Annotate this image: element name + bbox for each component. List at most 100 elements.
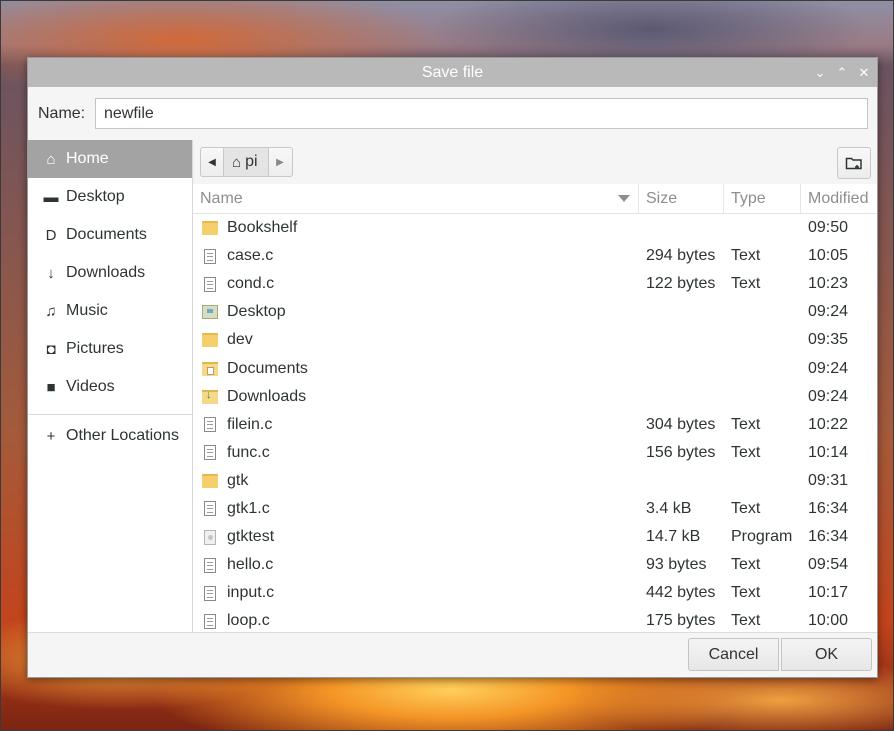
file-row[interactable]: Documents 09:24 xyxy=(193,354,877,382)
file-modified: 16:34 xyxy=(808,528,849,546)
dialog-body: ⌂ Home ▬ Desktop D Documents ↓ Downloads ♫ Music ◘… xyxy=(28,140,877,634)
file-type: Text xyxy=(731,556,761,574)
file-row[interactable]: Desktop 09:24 xyxy=(193,298,877,326)
file-row[interactable]: cond.c 122 bytes Text 10:23 xyxy=(193,270,877,298)
file-name-cell: case.c xyxy=(193,247,639,265)
file-row[interactable]: filein.c 304 bytes Text 10:22 xyxy=(193,411,877,439)
sidebar-item-label: Music xyxy=(66,302,108,319)
column-size-header[interactable]: Size xyxy=(639,184,724,213)
column-size-label: Size xyxy=(646,189,678,207)
file-name: Documents xyxy=(227,359,308,377)
dialog-footer: Cancel OK xyxy=(28,632,877,677)
file-size: 175 bytes xyxy=(646,612,716,630)
file-name-cell: func.c xyxy=(193,444,639,462)
filename-input[interactable] xyxy=(95,98,868,129)
column-type-header[interactable]: Type xyxy=(724,184,801,213)
sidebar-item-documents[interactable]: D Documents xyxy=(28,216,192,254)
file-name-cell: Documents xyxy=(193,360,639,378)
file-name-cell: cond.c xyxy=(193,275,639,293)
file-row[interactable]: gtk1.c 3.4 kB Text 16:34 xyxy=(193,495,877,523)
downloads-folder-icon xyxy=(202,389,218,404)
file-row[interactable]: case.c 294 bytes Text 10:05 xyxy=(193,242,877,270)
close-icon[interactable]: ✕ xyxy=(857,58,871,87)
file-row[interactable]: gtktest 14.7 kB Program 16:34 xyxy=(193,523,877,551)
chevron-left-icon: ◀ xyxy=(208,156,216,168)
file-row[interactable]: dev 09:35 xyxy=(193,326,877,354)
file-name-cell: Downloads xyxy=(193,388,639,406)
minimize-icon[interactable]: ⌄ xyxy=(813,58,827,87)
sidebar-item-pictures[interactable]: ◘ Pictures xyxy=(28,330,192,368)
file-name: hello.c xyxy=(227,556,274,574)
text-file-icon xyxy=(204,276,216,292)
file-modified: 10:05 xyxy=(808,247,849,265)
sidebar-item-other-locations[interactable]: + Other Locations xyxy=(28,417,192,455)
maximize-icon[interactable]: ⌃ xyxy=(835,58,849,87)
file-modified: 09:50 xyxy=(808,219,849,237)
home-icon: ⌂ xyxy=(232,153,242,171)
sidebar-item-label: Other Locations xyxy=(66,427,179,444)
sidebar-item-label: Desktop xyxy=(66,188,125,205)
breadcrumb-home[interactable]: ⌂ pi xyxy=(224,147,269,177)
title-bar[interactable]: Save file ⌄ ⌃ ✕ xyxy=(28,58,877,87)
file-name: func.c xyxy=(227,443,270,461)
file-modified: 10:23 xyxy=(808,275,849,293)
file-size: 442 bytes xyxy=(646,584,716,602)
name-label: Name: xyxy=(38,104,86,122)
column-modified-header[interactable]: Modified xyxy=(801,184,877,213)
file-name-cell: gtk xyxy=(193,472,639,490)
folder-icon xyxy=(202,221,218,236)
file-name: Downloads xyxy=(227,387,307,405)
file-modified: 09:31 xyxy=(808,471,849,489)
download-arrow-icon: ↓ xyxy=(47,264,55,282)
file-modified: 10:17 xyxy=(808,584,849,602)
file-name: dev xyxy=(227,331,253,349)
file-name: input.c xyxy=(227,584,275,602)
sidebar-item-music[interactable]: ♫ Music xyxy=(28,292,192,330)
file-modified: 09:54 xyxy=(808,556,849,574)
file-name: loop.c xyxy=(227,612,270,630)
column-name-label: Name xyxy=(200,189,243,207)
file-modified: 10:22 xyxy=(808,415,849,433)
file-name-cell: gtktest xyxy=(193,528,639,546)
cancel-button[interactable]: Cancel xyxy=(688,638,779,671)
file-modified: 09:24 xyxy=(808,303,849,321)
text-file-icon xyxy=(204,585,216,601)
file-row[interactable]: func.c 156 bytes Text 10:14 xyxy=(193,439,877,467)
ok-button[interactable]: OK xyxy=(781,638,872,671)
path-back-button[interactable]: ◀ xyxy=(200,147,224,177)
file-type: Text xyxy=(731,499,761,517)
new-folder-icon xyxy=(845,157,862,170)
file-row[interactable]: gtk 09:31 xyxy=(193,467,877,495)
column-name-header[interactable]: Name xyxy=(193,184,639,213)
sidebar-item-label: Home xyxy=(66,150,109,167)
sidebar-item-label: Downloads xyxy=(66,264,146,281)
file-name: gtk1.c xyxy=(227,499,270,517)
path-bar: ◀ ⌂ pi ▶ xyxy=(193,140,877,184)
window-title: Save file xyxy=(421,64,484,81)
file-browser: ◀ ⌂ pi ▶ Name Size Type Modified Bookshe… xyxy=(193,140,877,634)
sidebar-item-downloads[interactable]: ↓ Downloads xyxy=(28,254,192,292)
sidebar-item-home[interactable]: ⌂ Home xyxy=(28,140,192,178)
create-folder-button[interactable] xyxy=(837,147,871,179)
file-row[interactable]: loop.c 175 bytes Text 10:00 xyxy=(193,607,877,634)
file-name: Desktop xyxy=(227,303,286,321)
file-name-cell: dev xyxy=(193,331,639,349)
documents-folder-icon xyxy=(202,361,218,376)
file-row[interactable]: Bookshelf 09:50 xyxy=(193,214,877,242)
file-row[interactable]: input.c 442 bytes Text 10:17 xyxy=(193,579,877,607)
sidebar-item-videos[interactable]: ■ Videos xyxy=(28,368,192,406)
file-name: filein.c xyxy=(227,415,273,433)
path-forward-button[interactable]: ▶ xyxy=(268,147,293,177)
text-file-icon xyxy=(204,613,216,629)
file-name-cell: hello.c xyxy=(193,556,639,574)
text-file-icon xyxy=(204,417,216,433)
music-note-icon: ♫ xyxy=(45,302,57,320)
file-row[interactable]: Downloads 09:24 xyxy=(193,383,877,411)
file-row[interactable]: hello.c 93 bytes Text 09:54 xyxy=(193,551,877,579)
window-controls: ⌄ ⌃ ✕ xyxy=(813,58,871,87)
sidebar-item-desktop[interactable]: ▬ Desktop xyxy=(28,178,192,216)
file-type: Program xyxy=(731,528,793,546)
file-name-cell: loop.c xyxy=(193,612,639,630)
folder-icon xyxy=(202,333,218,348)
name-bar: Name: xyxy=(28,87,877,140)
